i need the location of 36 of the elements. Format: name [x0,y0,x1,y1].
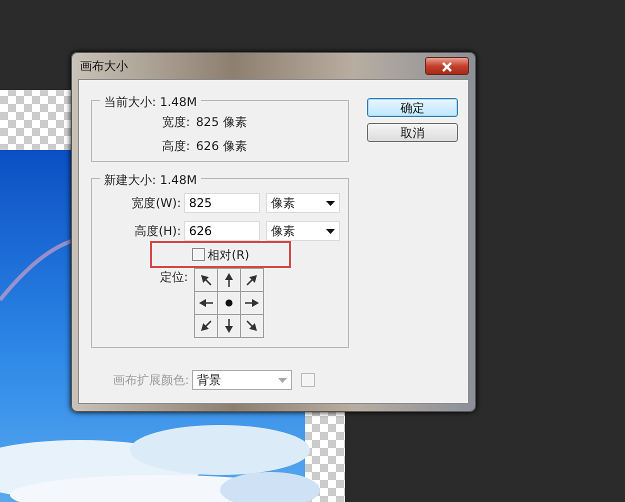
anchor-cell[interactable] [218,269,242,292]
caret-icon [278,378,288,382]
anchor-cell[interactable] [195,315,218,338]
close-button[interactable] [425,57,469,75]
color-swatch[interactable] [301,373,316,387]
anchor-cell[interactable] [241,315,264,338]
field-label: 高度: [162,138,190,155]
arrow-icon [198,272,214,288]
anchor-cell[interactable] [241,269,264,292]
field-label: 宽度: [162,114,190,131]
caret-icon [326,228,335,234]
dialog-button[interactable]: 取消 [367,123,458,142]
input-field[interactable]: 626 [184,221,260,241]
close-icon [442,62,452,72]
anchor-cell[interactable] [195,269,218,292]
field-value: 825 像素 [196,114,247,131]
field-label: 宽度(W): [132,195,181,212]
caret-icon [326,200,335,206]
input-field[interactable]: 825 [184,193,260,213]
field-value: 626 像素 [196,138,247,155]
checkbox[interactable] [192,248,205,261]
dialog-button[interactable]: 确定 [367,98,458,117]
anchor-cell[interactable] [195,292,218,315]
unit-dropdown[interactable]: 像素 [266,193,340,213]
group-legend: 新建大小: 1.48M [100,171,201,189]
field-label: 画布扩展颜色: [113,372,190,389]
unit-dropdown[interactable]: 像素 [266,221,340,241]
anchor-cell[interactable] [218,292,242,315]
anchor-label: 定位: [160,269,188,286]
checkbox-label[interactable]: 相对(R) [208,246,250,264]
arrow-icon [198,318,214,334]
anchor-cell[interactable] [241,292,264,315]
field-label: 高度(H): [134,223,181,240]
anchor-cell[interactable] [218,315,242,338]
group-legend: 当前大小: 1.48M [100,93,201,111]
window-title: 画布大小 [80,58,128,75]
